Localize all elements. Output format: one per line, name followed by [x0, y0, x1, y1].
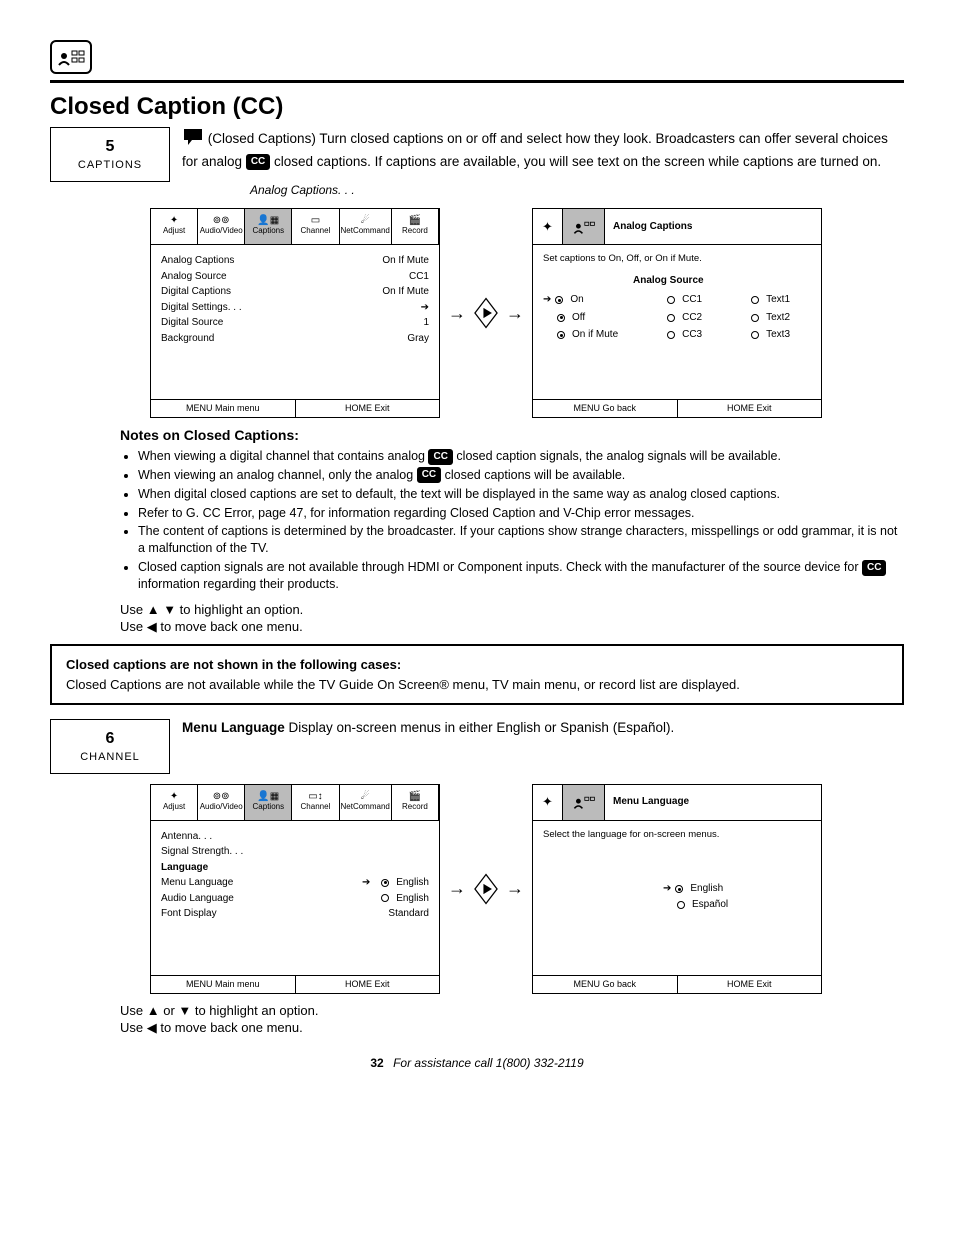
- sub-captions-icon: [563, 785, 605, 820]
- menu-language-label: Menu Language: [182, 720, 285, 735]
- notes-list: When viewing a digital channel that cont…: [120, 448, 904, 593]
- pointer-icon: ➔: [362, 876, 370, 890]
- screen-foot-right: HOME Exit: [678, 976, 822, 993]
- radio-on-icon: [557, 314, 565, 322]
- screen-foot-right: HOME Exit: [296, 400, 440, 417]
- step-6-text: Menu Language Display on-screen menus in…: [182, 719, 904, 737]
- arrow-right-icon: →: [506, 301, 524, 325]
- step-number: 6: [65, 728, 155, 750]
- tab-record: 🎬Record: [392, 785, 439, 820]
- screen-foot-right: HOME Exit: [296, 976, 440, 993]
- page-footer: 32 For assistance call 1(800) 332-2119: [50, 1055, 904, 1071]
- page-header-icon: [50, 40, 92, 74]
- tab-audiovideo: ⊚⊚Audio/Video: [198, 209, 245, 244]
- menu-lang-prompt: Select the language for on-screen menus.: [543, 829, 811, 842]
- tab-captions: 👤▦Captions: [245, 209, 292, 244]
- tab-record: 🎬Record: [392, 209, 439, 244]
- dpad-right-icon: [469, 296, 503, 330]
- step-6-box: 6 CHANNEL: [50, 719, 170, 773]
- speech-bubble-icon: [182, 127, 204, 152]
- radio-icon: [667, 296, 675, 304]
- step-5-box: 5 CAPTIONS: [50, 127, 170, 181]
- radio-icon: [667, 314, 675, 322]
- cc-badge-inline-1: CC: [246, 154, 270, 170]
- tab-netcommand: ☄NetCommand: [340, 209, 392, 244]
- screen-foot-left: MENU Go back: [533, 400, 678, 417]
- screen-foot-left: MENU Go back: [533, 976, 678, 993]
- cc-badge-inline: CC: [417, 467, 441, 483]
- arrow-right-icon: →: [448, 876, 466, 900]
- nav-arrows: → →: [448, 872, 524, 906]
- notes-heading: Notes on Closed Captions:: [120, 426, 904, 445]
- radio-icon: [751, 331, 759, 339]
- cc-badge-inline: CC: [862, 560, 886, 576]
- pointer-icon: ➔: [543, 293, 551, 307]
- step-label: CAPTIONS: [65, 158, 155, 173]
- radio-on-icon: [555, 296, 563, 304]
- step-5-text: (Closed Captions) Turn closed captions o…: [182, 127, 904, 170]
- step-5-suffix: closed captions. If captions are availab…: [274, 154, 881, 169]
- tab-channel: ▭↕Channel: [292, 785, 339, 820]
- menu-language-text: Display on-screen menus in either Englis…: [289, 720, 675, 735]
- channel-main-screen: ✦Adjust ⊚⊚Audio/Video 👤▦Captions ▭↕Chann…: [150, 784, 440, 994]
- dpad-right-icon: [469, 872, 503, 906]
- radio-icon: [667, 331, 675, 339]
- right-arrow-icon: ➔: [421, 301, 429, 315]
- tab-netcommand: ☄NetCommand: [340, 785, 392, 820]
- sub-adjust-icon: ✦: [533, 209, 563, 244]
- cc-not-shown-box: Closed captions are not shown in the fol…: [50, 644, 904, 705]
- radio-on-icon: [675, 885, 683, 893]
- analog-captions-screen: ✦ Analog Captions Set captions to On, Of…: [532, 208, 822, 418]
- step-number: 5: [65, 136, 155, 158]
- screen-foot-left: MENU Main menu: [151, 976, 296, 993]
- analog-options-grid: ➔On CC1 Text1 Off CC2 Text2 On if Mute C…: [543, 293, 811, 342]
- radio-icon: [381, 894, 389, 902]
- page-number: 32: [370, 1056, 383, 1070]
- sub-header-label: Analog Captions: [605, 209, 821, 244]
- analog-captions-sub: Analog Captions. . .: [250, 182, 904, 198]
- radio-icon: [677, 901, 685, 909]
- analog-prompt: Set captions to On, Off, or On if Mute.: [543, 253, 811, 266]
- section-title: Closed Caption (CC): [50, 91, 904, 123]
- tab-channel: ▭Channel: [292, 209, 339, 244]
- radio-on-icon: [381, 879, 389, 887]
- tab-captions: 👤▦Captions: [245, 785, 292, 820]
- step5-nav-note: Use ▲ ▼ to highlight an option. Use ◀ to…: [120, 601, 904, 636]
- tab-adjust: ✦Adjust: [151, 785, 198, 820]
- captions-main-screen: ✦Adjust ⊚⊚Audio/Video 👤▦Captions ▭Channe…: [150, 208, 440, 418]
- info-box-heading: Closed captions are not shown in the fol…: [66, 656, 888, 674]
- radio-on-icon: [557, 331, 565, 339]
- screen-foot-left: MENU Main menu: [151, 400, 296, 417]
- info-box-text: Closed Captions are not available while …: [66, 676, 888, 694]
- nav-arrows: → →: [448, 296, 524, 330]
- sub-adjust-icon: ✦: [533, 785, 563, 820]
- menu-language-screen: ✦ Menu Language Select the language for …: [532, 784, 822, 994]
- radio-icon: [751, 296, 759, 304]
- page-footer-credit: For assistance call 1(800) 332-2119: [393, 1056, 584, 1070]
- step-label: CHANNEL: [65, 750, 155, 765]
- sub-captions-icon: [563, 209, 605, 244]
- tab-adjust: ✦Adjust: [151, 209, 198, 244]
- tab-audiovideo: ⊚⊚Audio/Video: [198, 785, 245, 820]
- captions-screen-body: Analog CaptionsOn If Mute Analog SourceC…: [151, 245, 439, 399]
- radio-icon: [751, 314, 759, 322]
- pointer-icon: ➔: [663, 882, 671, 896]
- arrow-right-icon: →: [448, 301, 466, 325]
- step6-nav-note: Use ▲ or ▼ to highlight an option. Use ◀…: [120, 1002, 904, 1037]
- arrow-right-icon: →: [506, 876, 524, 900]
- analog-source-label: Analog Source: [633, 274, 811, 288]
- sub-header-label: Menu Language: [605, 785, 821, 820]
- screen-foot-right: HOME Exit: [678, 400, 822, 417]
- cc-badge-inline: CC: [428, 449, 452, 465]
